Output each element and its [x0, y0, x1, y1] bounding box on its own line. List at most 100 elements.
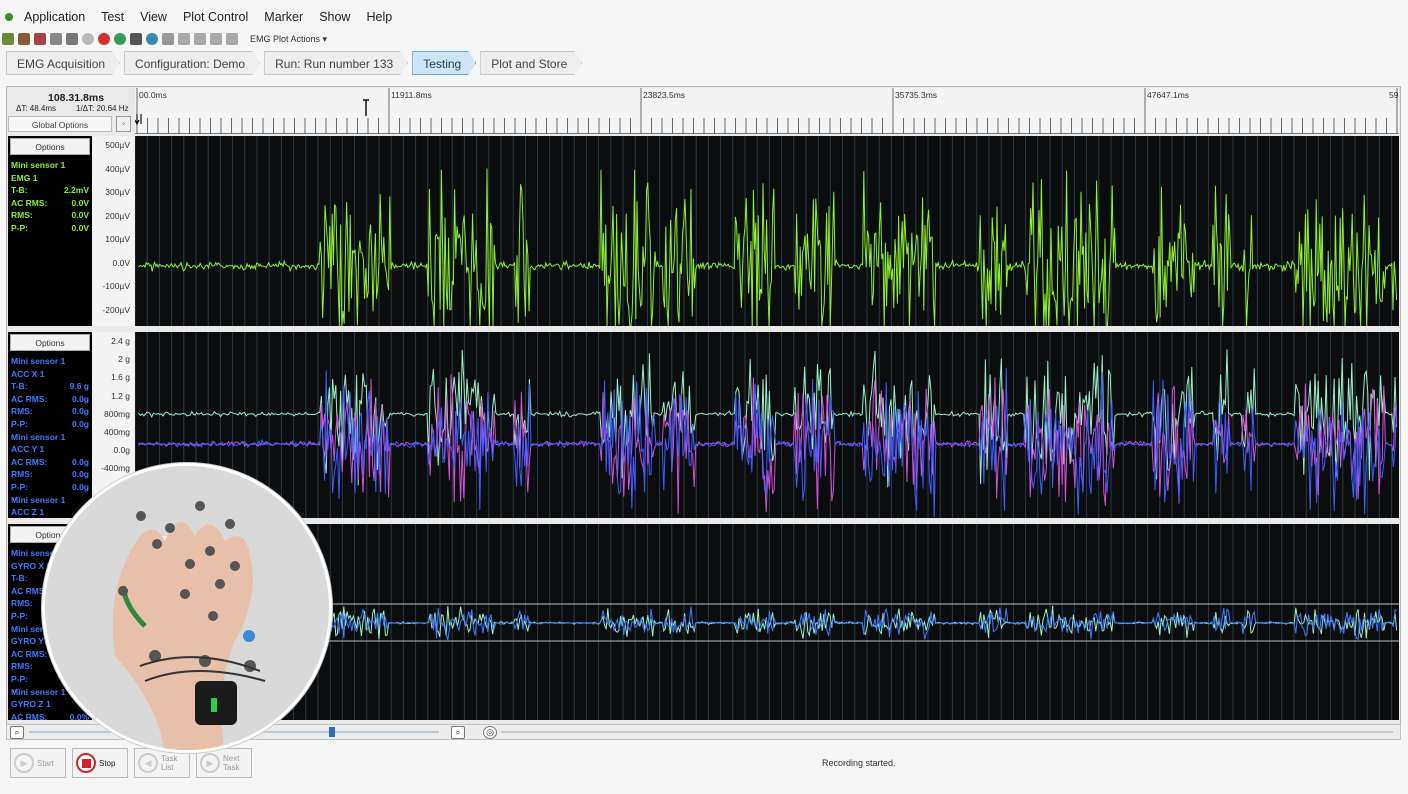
arrow-left-icon: ◀	[138, 753, 158, 773]
global-options-toggle[interactable]: ◦	[116, 116, 131, 132]
emg-y-tick: -100µV	[102, 281, 130, 291]
zoom-in-icon[interactable]: ⌕	[451, 726, 465, 739]
menu-plot-control[interactable]: Plot Control	[175, 10, 256, 24]
step-emg-acquisition[interactable]: EMG Acquisition	[6, 51, 120, 75]
scroll-track[interactable]	[501, 731, 1393, 733]
acc-y-tick: 1.2 g	[111, 390, 130, 401]
emg-channel-stat: T-B: 2.2mV	[11, 185, 89, 196]
marker-icon[interactable]	[226, 33, 238, 45]
global-options-button[interactable]: Global Options	[8, 116, 112, 132]
emg-y-tick: 0.0V	[112, 257, 131, 268]
acc-channel-stat: T-B: 9.6 g	[11, 381, 89, 392]
step-run[interactable]: Run: Run number 133	[264, 51, 408, 75]
menu-test[interactable]: Test	[93, 10, 132, 24]
emg-channel-stat: AC RMS: 0.0V	[11, 197, 89, 208]
ruler-tick-label: 59	[1389, 90, 1399, 100]
tool-icon[interactable]	[34, 33, 46, 45]
play-icon: ▶	[14, 753, 34, 773]
acc-channel-stat: ACC X 1	[11, 368, 45, 379]
plot-actions-label: EMG Plot Actions	[250, 33, 321, 44]
camera-icon[interactable]	[130, 33, 142, 45]
status-message: Recording started.	[822, 758, 896, 768]
emg-channel-stat: Mini sensor 1	[11, 160, 66, 170]
hand-sensor-photo	[42, 463, 332, 753]
acc-y-tick: 0.0g	[113, 445, 130, 456]
step-plot-and-store[interactable]: Plot and Store	[480, 51, 582, 75]
app-icon	[5, 13, 13, 21]
acc-trace	[135, 332, 1398, 518]
emg-trace	[135, 136, 1398, 326]
start-marker-icon[interactable]	[135, 114, 142, 126]
open-icon[interactable]	[2, 33, 14, 45]
emg-channel-stat: EMG 1	[11, 172, 38, 183]
emg-y-tick: 300µV	[105, 187, 130, 197]
acc-signal-line	[138, 368, 1398, 518]
acc-channel-stat: Mini sensor 1	[11, 494, 66, 505]
acc-y-tick: 1.6 g	[111, 372, 130, 383]
zoom-out-icon[interactable]: ⌕	[10, 726, 24, 739]
arrow-right-icon[interactable]	[194, 33, 206, 45]
acc-channel-panel: Options Mini sensor 1 ACC X 1 T-B: 9.6 g AC R…	[8, 332, 92, 518]
play-icon[interactable]	[114, 33, 126, 45]
next-task-button[interactable]: ▶ Next Task	[196, 748, 252, 778]
cursor-marker[interactable]	[363, 99, 369, 116]
emg-y-axis: 500µV 400µV 300µV 200µV 100µV 0.0V -100µV -200µ…	[92, 136, 134, 326]
acc-channel-stat: AC RMS: 0.0g	[11, 393, 89, 404]
ruler-tick-label: 47647.1ms	[1147, 90, 1189, 100]
menu-marker[interactable]: Marker	[256, 10, 311, 24]
record-idle-icon[interactable]	[82, 33, 94, 45]
emg-y-tick: -200µV	[102, 304, 130, 315]
acc-y-tick: 400mg	[104, 427, 130, 437]
stop-label: Stop	[99, 758, 116, 768]
cursor-icon[interactable]	[162, 33, 174, 45]
menu-bar: Application Test View Plot Control Marke…	[0, 6, 1408, 28]
delta-frequency: 1/ΔT: 20.64 Hz	[76, 104, 129, 113]
arrow-left-icon[interactable]	[178, 33, 190, 45]
step-configuration[interactable]: Configuration: Demo	[124, 51, 260, 75]
arrow-right-icon: ▶	[200, 753, 220, 773]
emg-channel-stat: RMS: 0.0V	[11, 210, 89, 221]
sensors-icon[interactable]	[18, 33, 30, 45]
start-label: Start	[37, 758, 54, 768]
step-testing[interactable]: Testing	[412, 51, 476, 75]
delta-time: ΔT: 48.4ms	[16, 104, 57, 113]
acc-channel-stat: RMS: 0.0g	[11, 469, 89, 480]
emg-signal-line	[138, 168, 1398, 326]
acc-channel-stat: RMS: 0.0g	[11, 406, 89, 417]
emg-plot[interactable]	[135, 136, 1399, 326]
emg-y-tick: 400µV	[105, 163, 130, 174]
reset-view-icon[interactable]: ◎	[483, 726, 497, 739]
plot-actions-dropdown[interactable]: EMG Plot Actions ▾	[250, 34, 327, 45]
record-icon[interactable]	[98, 33, 110, 45]
zoom-slider-thumb[interactable]	[329, 727, 335, 737]
acc-channel-stat: P-P: 0.0g	[11, 418, 89, 429]
acc-y-tick: 800mg	[104, 408, 130, 419]
menu-view[interactable]: View	[132, 10, 175, 24]
stop-icon	[76, 753, 96, 773]
time-ruler[interactable]: 00.0ms 11911.8ms 23823.5ms 35735.3ms 47647.1…	[135, 88, 1399, 134]
emg-channel-panel: Options Mini sensor 1 EMG 1 T-B: 2.2mV AC RMS…	[8, 136, 92, 326]
fit-icon[interactable]	[210, 33, 222, 45]
stop-button[interactable]: Stop	[72, 748, 128, 778]
menu-show[interactable]: Show	[311, 10, 358, 24]
save-icon[interactable]	[66, 33, 78, 45]
control-buttons: ▶ Start Stop ◀ Task List ▶ Next Task	[10, 748, 252, 780]
start-button[interactable]: ▶ Start	[10, 748, 66, 778]
app-window: Application Test View Plot Control Marke…	[0, 0, 1408, 794]
hand-photo-illustration	[45, 466, 329, 750]
next-task-label: Next Task	[223, 754, 240, 772]
task-list-label: Task List	[161, 754, 178, 772]
acc-y-tick: -400mg	[101, 463, 130, 474]
menu-application[interactable]: Application	[16, 10, 93, 24]
acc-plot[interactable]	[135, 332, 1399, 518]
info-icon[interactable]	[146, 33, 158, 45]
emg-y-tick: 100µV	[105, 234, 130, 244]
emg-options-button[interactable]: Options	[10, 138, 90, 155]
zoom-icon[interactable]	[50, 33, 62, 45]
acc-options-button[interactable]: Options	[10, 334, 90, 351]
menu-help[interactable]: Help	[358, 10, 400, 24]
toolbar: EMG Plot Actions ▾	[2, 30, 327, 48]
ruler-ticks: 00.0ms 11911.8ms 23823.5ms 35735.3ms 47647.1…	[135, 88, 1399, 134]
ruler-tick-label: 00.0ms	[139, 90, 167, 100]
acc-channel-stat: ACC Y 1	[11, 444, 45, 455]
